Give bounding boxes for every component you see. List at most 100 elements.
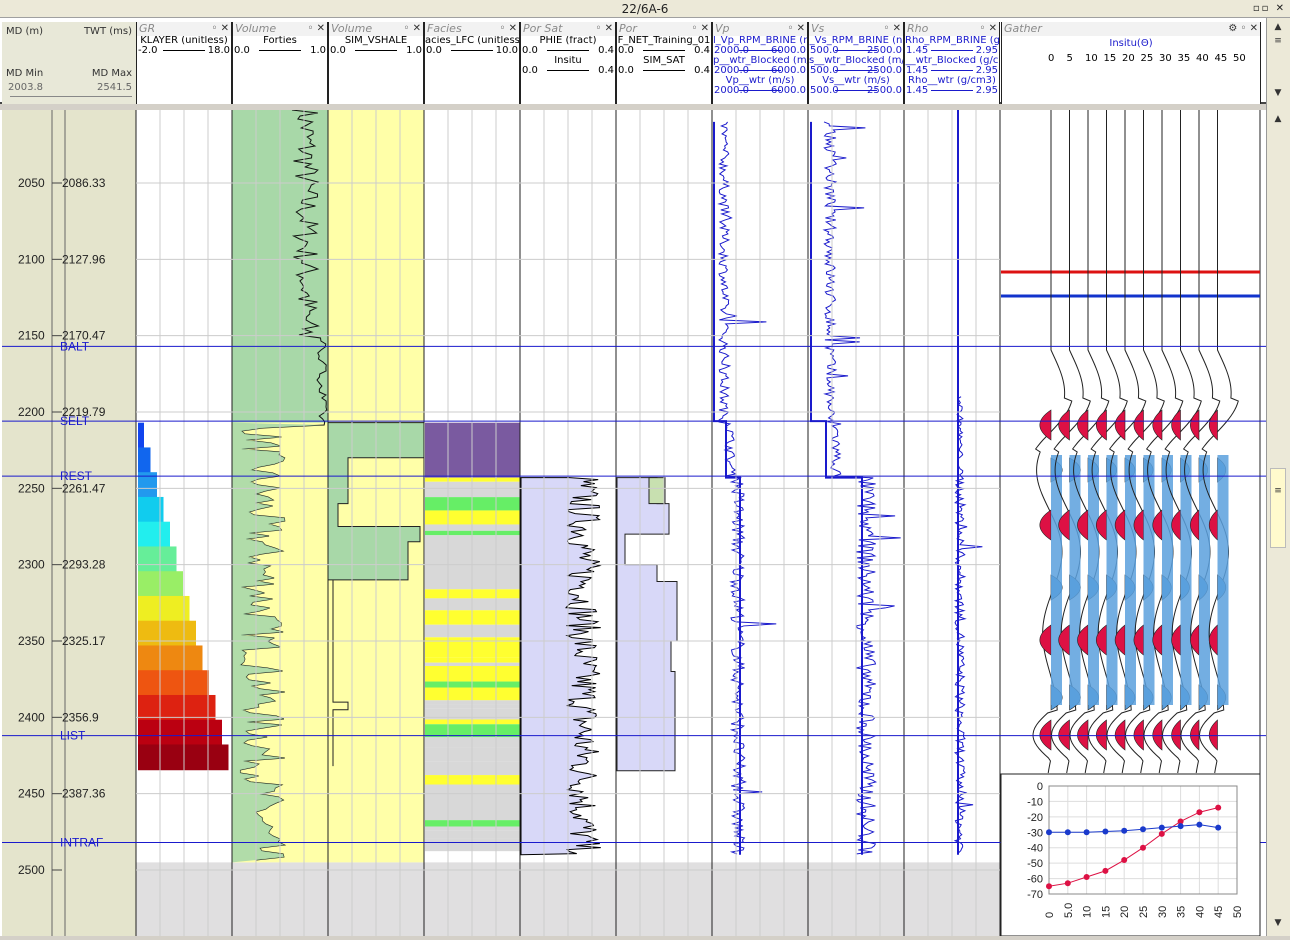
- gather-trough-lobe: [1208, 409, 1218, 441]
- gather-track-controls[interactable]: ⚙ ◦ ✕: [1228, 22, 1258, 36]
- md-range-slider[interactable]: [10, 96, 132, 97]
- track-controls-rho[interactable]: ◦ ✕: [980, 22, 997, 36]
- curve-scale-por-0[interactable]: F_NET_Training_01 0.0 0.4: [617, 36, 711, 56]
- track-header-vol2[interactable]: Volume ◦ ✕ SIM_VSHALE 0.0 1.0: [328, 22, 424, 104]
- curve-scale-porsat-0[interactable]: PHIE (fract) 0.0 0.4: [521, 36, 615, 56]
- curve-scale-vp-2[interactable]: Vp__wtr (m/s) 2000.0 6000.0: [713, 76, 807, 96]
- track-header-por[interactable]: Por ◦ ✕ F_NET_Training_01 0.0 0.4 SIM_SAT 0.0 0…: [616, 22, 712, 104]
- gather-angle-label: 25: [1140, 53, 1154, 64]
- track-header-vol1[interactable]: Volume ◦ ✕ Forties 0.0 1.0: [232, 22, 328, 104]
- chart-point: [1064, 829, 1071, 836]
- chart-point: [1083, 874, 1090, 881]
- curve-scale-rho-1[interactable]: __wtr_Blocked (g/c 1.45 2.95: [905, 56, 999, 76]
- curve-scale-vol2-0[interactable]: SIM_VSHALE 0.0 1.0: [329, 36, 423, 56]
- curve-min: 0.0: [618, 65, 634, 76]
- main-scroll-down-icon[interactable]: ▼: [1271, 918, 1285, 932]
- scroll-up-icon[interactable]: ▲: [1271, 22, 1285, 36]
- scroll-handle-icon[interactable]: ≡: [1271, 36, 1285, 50]
- gather-angle-label: 0: [1048, 53, 1055, 64]
- curve-scale-rho-2[interactable]: Rho__wtr (g/cm3) 1.45 2.95: [905, 76, 999, 96]
- gather-trough-lobe: [1190, 624, 1200, 656]
- gather-track-header[interactable]: Gather ⚙ ◦ ✕ Insitu(Θ) 0 5 10 15 20 25 30 35 40 45…: [1001, 22, 1261, 104]
- curve-min: 0.0: [522, 45, 538, 56]
- curve-min: 1.45: [906, 85, 929, 96]
- klayer-block: [138, 447, 151, 474]
- chart-x-tick: 45: [1213, 906, 1225, 918]
- chart-point: [1046, 829, 1052, 836]
- gather-angle-label: 40: [1196, 53, 1209, 64]
- chart-x-tick: 10: [1082, 906, 1094, 918]
- md-min-value[interactable]: 2003.8: [8, 82, 43, 93]
- track-header-gr[interactable]: GR ◦ ✕ KLAYER (unitless) -2.0 18.0: [136, 22, 232, 104]
- curve-scale-vs-0[interactable]: _Vs_RPM_BRINE (n 500.0 2500.0: [809, 36, 903, 56]
- gather-trough-lobe: [1171, 409, 1181, 441]
- curve-scale-porsat-1[interactable]: Insitu 0.0 0.4: [521, 56, 615, 76]
- curve-scale-vs-1[interactable]: s__wtr_Blocked (m/s 500.0 2500.0: [809, 56, 903, 76]
- md-tick-label: 2500: [18, 863, 45, 877]
- track-controls-facies[interactable]: ◦ ✕: [500, 22, 517, 36]
- scroll-down-icon[interactable]: ▼: [1271, 88, 1285, 102]
- track-header-vp[interactable]: Vp ◦ ✕ l_Vp_RPM_BRINE (n 2000.0 6000.0 p__wtr…: [712, 22, 808, 104]
- track-header-porsat[interactable]: Por Sat ◦ ✕ PHIE (fract) 0.0 0.4 Insitu 0.0 0.4: [520, 22, 616, 104]
- track-controls-vs[interactable]: ◦ ✕: [884, 22, 901, 36]
- main-scroll-up-icon[interactable]: ▲: [1271, 114, 1285, 128]
- chart-x-tick: 40: [1194, 906, 1206, 918]
- chart-point: [1215, 824, 1222, 831]
- curve-scale-rho-0[interactable]: Rho_RPM_BRINE (g 1.45 2.95: [905, 36, 999, 56]
- track-controls-vp[interactable]: ◦ ✕: [788, 22, 805, 36]
- gather-angle-label: 10: [1085, 53, 1098, 64]
- curve-max: 0.4: [598, 65, 614, 76]
- curve-line-sample: [931, 50, 973, 51]
- chart-y-tick: -50: [1027, 858, 1043, 870]
- window-controls[interactable]: ▫▫ ✕: [1253, 0, 1286, 18]
- md-tick-label: 2300: [18, 558, 45, 572]
- chart-x-tick: 15: [1100, 906, 1112, 918]
- chart-point: [1121, 827, 1128, 834]
- track-controls-porsat[interactable]: ◦ ✕: [596, 22, 613, 36]
- md-tick-label: 2200: [18, 405, 45, 419]
- track-controls-gr[interactable]: ◦ ✕: [212, 22, 229, 36]
- gather-angle-label: 20: [1122, 53, 1135, 64]
- curve-scale-vp-0[interactable]: l_Vp_RPM_BRINE (n 2000.0 6000.0: [713, 36, 807, 56]
- phie-fill: [520, 477, 602, 856]
- twt-label: TWT (ms): [83, 26, 132, 37]
- vertical-scrollbar[interactable]: ▲ ≡ ▼ ▲ ≡ ▼: [1266, 18, 1290, 936]
- curve-min: 0.0: [618, 45, 634, 56]
- curve-max: 2500.0: [867, 45, 902, 56]
- gather-angle-label: 45: [1214, 53, 1228, 64]
- track-header-facies[interactable]: Facies ◦ ✕ acies_LFC (unitless 0.0 10.0: [424, 22, 520, 104]
- horizon-label: REST: [60, 469, 93, 483]
- md-max-value[interactable]: 2541.5: [97, 82, 132, 93]
- gather-trough-lobe: [1152, 409, 1163, 441]
- well-log-plot[interactable]: 2050210021502200225023002350240024502500…: [0, 109, 1266, 937]
- curve-line-sample: [931, 90, 973, 91]
- scroll-thumb[interactable]: [1270, 468, 1286, 548]
- curve-scale-por-1[interactable]: SIM_SAT 0.0 0.4: [617, 56, 711, 76]
- track-controls-vol2[interactable]: ◦ ✕: [404, 22, 421, 36]
- sim-sat-block: [648, 477, 666, 505]
- gather-trough-lobe: [1190, 719, 1200, 751]
- curve-scale-vol1-0[interactable]: Forties 0.0 1.0: [233, 36, 327, 56]
- curve-scale-gr-0[interactable]: KLAYER (unitless) -2.0 18.0: [137, 36, 231, 56]
- chart-x-tick: 5.0: [1063, 903, 1075, 918]
- track-header-rho[interactable]: Rho ◦ ✕ Rho_RPM_BRINE (g 1.45 2.95 __wtr_Bloc…: [904, 22, 1000, 104]
- curve-scale-facies-0[interactable]: acies_LFC (unitless 0.0 10.0: [425, 36, 519, 56]
- twt-tick-label: 2293.28: [62, 558, 106, 572]
- scroll-grip-icon[interactable]: ≡: [1271, 486, 1285, 500]
- track-controls-por[interactable]: ◦ ✕: [692, 22, 709, 36]
- curve-max: 6000.0: [771, 45, 806, 56]
- track-header-vs[interactable]: Vs ◦ ✕ _Vs_RPM_BRINE (n 500.0 2500.0 s__wtr_B…: [808, 22, 904, 104]
- track-name-vp: Vp: [715, 22, 730, 35]
- track-name-facies: Facies: [427, 22, 462, 35]
- chart-point: [1215, 804, 1222, 811]
- chart-y-tick: -60: [1027, 874, 1043, 886]
- curve-scale-vs-2[interactable]: Vs__wtr (m/s) 500.0 2500.0: [809, 76, 903, 96]
- chart-x-tick: 25: [1138, 906, 1150, 918]
- curve-scale-vp-1[interactable]: p__wtr_Blocked (m/s 2000.0 6000.0: [713, 56, 807, 76]
- well-section-panel[interactable]: 2050 2100 2150 2200 2250 2300 2350 2400 2450 2500…: [0, 109, 1266, 937]
- twt-tick-label: 2261.47: [62, 481, 106, 495]
- chart-x-tick: 50: [1232, 906, 1244, 918]
- track-controls-vol1[interactable]: ◦ ✕: [308, 22, 325, 36]
- chart-point: [1177, 823, 1184, 830]
- track-name-gr: GR: [139, 22, 156, 35]
